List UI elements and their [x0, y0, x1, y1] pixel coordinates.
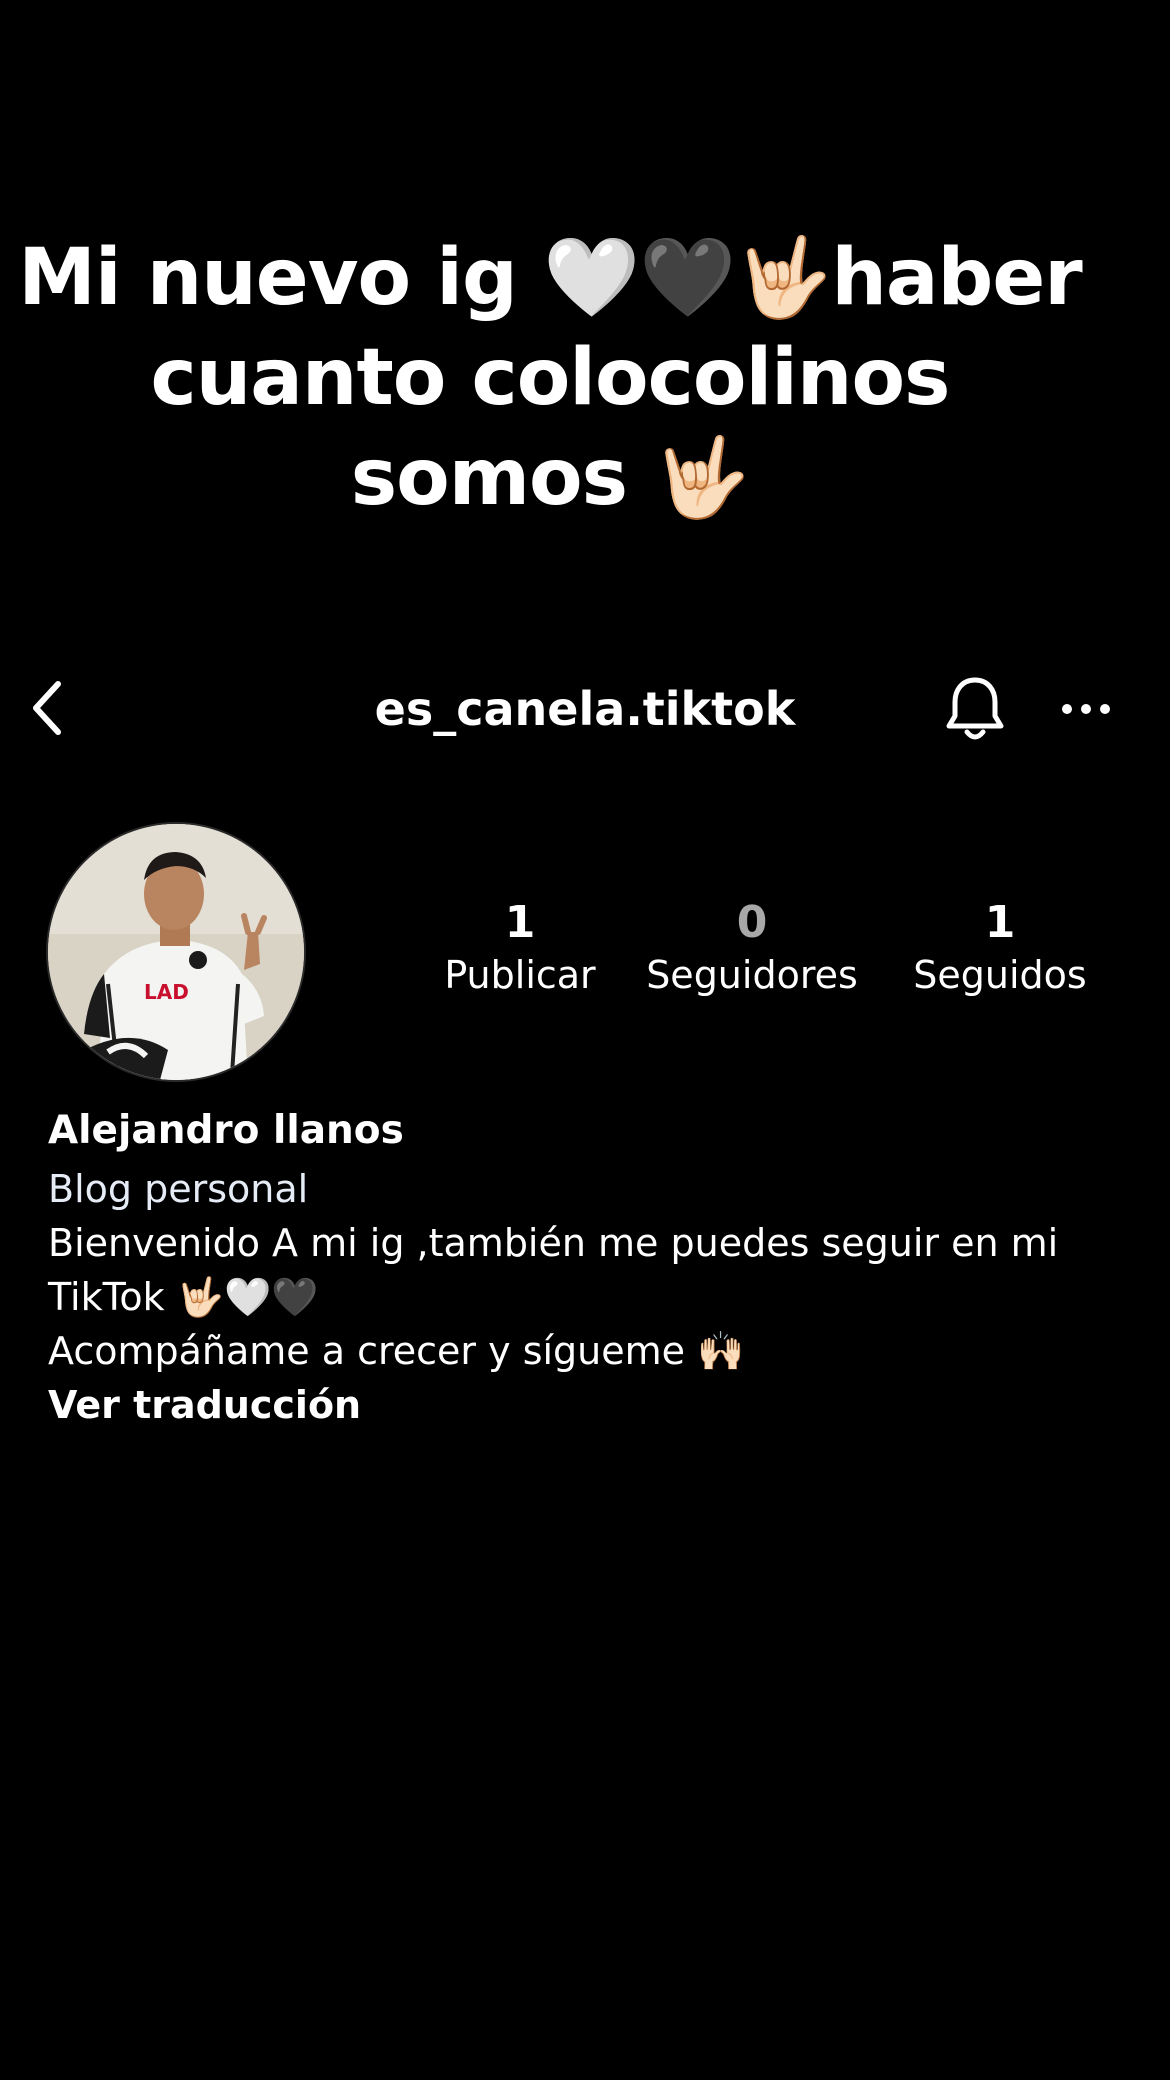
- chevron-left-icon: [33, 681, 61, 735]
- bio-text-line: Bienvenido A mi ig ,también me puedes se…: [48, 1221, 1059, 1265]
- stat-label: Seguidores: [646, 953, 858, 997]
- bio-text-line: TikTok 🤟🏻🤍🖤: [48, 1275, 319, 1319]
- stat-label: Publicar: [444, 953, 596, 997]
- stat-following[interactable]: 1 Seguidos: [890, 896, 1110, 1000]
- see-translation-link[interactable]: Ver traducción: [48, 1378, 1128, 1432]
- stat-posts[interactable]: 1 Publicar: [420, 896, 620, 1000]
- profile-username: es_canela.tiktok: [374, 682, 796, 736]
- profile-stats: 1 Publicar 0 Seguidores 1 Seguidos: [420, 896, 1120, 1006]
- profile-name: Alejandro llanos: [48, 1108, 404, 1153]
- caption-line: cuanto colocolinos: [150, 333, 951, 423]
- overlay-caption: Mi nuevo ig 🤍🖤🤟🏻haber cuanto colocolinos…: [0, 228, 1100, 528]
- stat-value: 1: [504, 897, 536, 948]
- stat-followers[interactable]: 0 Seguidores: [642, 896, 862, 1000]
- back-button[interactable]: [18, 678, 78, 738]
- caption-line: somos 🤟🏻: [350, 433, 751, 523]
- profile-bio: Alejandro llanos Blog personal Bienvenid…: [48, 1104, 1128, 1432]
- profile-photo: LAD: [48, 824, 304, 1080]
- bell-icon: [946, 677, 1004, 740]
- more-horizontal-icon: [1062, 704, 1110, 714]
- avatar[interactable]: LAD: [48, 824, 304, 1080]
- profile-header: es_canela.tiktok: [0, 660, 1170, 756]
- caption-line: Mi nuevo ig 🤍🖤🤟🏻haber: [18, 233, 1083, 323]
- stat-value: 1: [984, 897, 1016, 948]
- more-options-button[interactable]: [1056, 674, 1116, 744]
- svg-text:LAD: LAD: [144, 980, 189, 1004]
- stat-label: Seguidos: [913, 953, 1087, 997]
- profile-category[interactable]: Blog personal: [48, 1162, 1128, 1216]
- notifications-button[interactable]: [940, 674, 1010, 744]
- bio-text-line: Acompáñame a crecer y sígueme 🙌🏻: [48, 1329, 745, 1373]
- stat-value: 0: [736, 897, 768, 948]
